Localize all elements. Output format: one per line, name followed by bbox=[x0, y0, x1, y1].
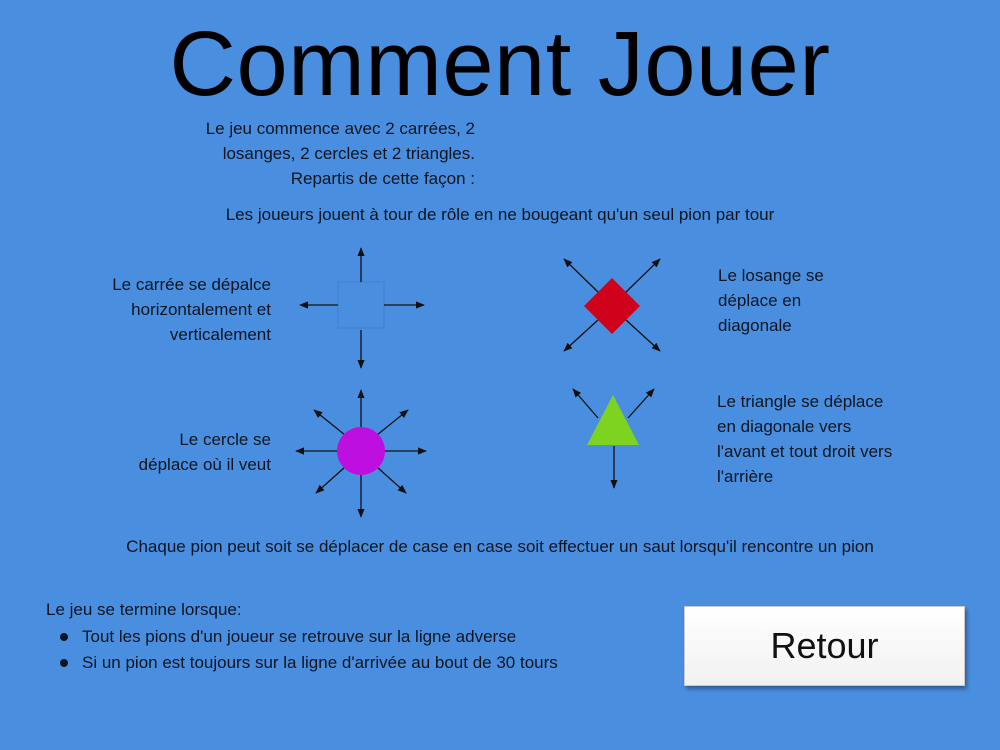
arrow-up-right-icon bbox=[376, 409, 409, 436]
arrow-up-left-icon bbox=[313, 409, 346, 436]
bullet-icon bbox=[60, 633, 68, 641]
arrow-down-left-icon bbox=[563, 319, 599, 352]
jump-rule-text: Chaque pion peut soit se déplacer de cas… bbox=[126, 537, 874, 556]
list-item: Si un pion est toujours sur la ligne d'a… bbox=[46, 650, 558, 676]
back-button[interactable]: Retour bbox=[684, 606, 965, 686]
end-condition-text: Tout les pions d'un joueur se retrouve s… bbox=[82, 627, 517, 646]
square-piece-icon bbox=[337, 281, 385, 329]
circle-diagram bbox=[295, 389, 427, 518]
arrow-down-left-icon bbox=[315, 466, 346, 494]
arrow-down-right-icon bbox=[376, 466, 407, 494]
list-item: Tout les pions d'un joueur se retrouve s… bbox=[46, 624, 558, 650]
end-condition-heading: Le jeu se termine lorsque: bbox=[46, 600, 242, 619]
arrow-up-left-icon bbox=[563, 258, 599, 293]
arrow-up-left-icon bbox=[572, 388, 599, 419]
bullet-icon bbox=[60, 659, 68, 667]
triangle-piece-icon bbox=[587, 395, 639, 445]
circle-piece-icon bbox=[337, 427, 385, 475]
end-condition-list: Tout les pions d'un joueur se retrouve s… bbox=[46, 624, 558, 676]
arrow-down-right-icon bbox=[625, 319, 661, 352]
arrow-up-right-icon bbox=[625, 258, 661, 293]
end-condition-text: Si un pion est toujours sur la ligne d'a… bbox=[82, 653, 558, 672]
arrow-up-right-icon bbox=[627, 388, 655, 419]
square-diagram bbox=[299, 247, 425, 369]
triangle-diagram bbox=[572, 388, 655, 489]
diamond-diagram bbox=[563, 258, 661, 352]
